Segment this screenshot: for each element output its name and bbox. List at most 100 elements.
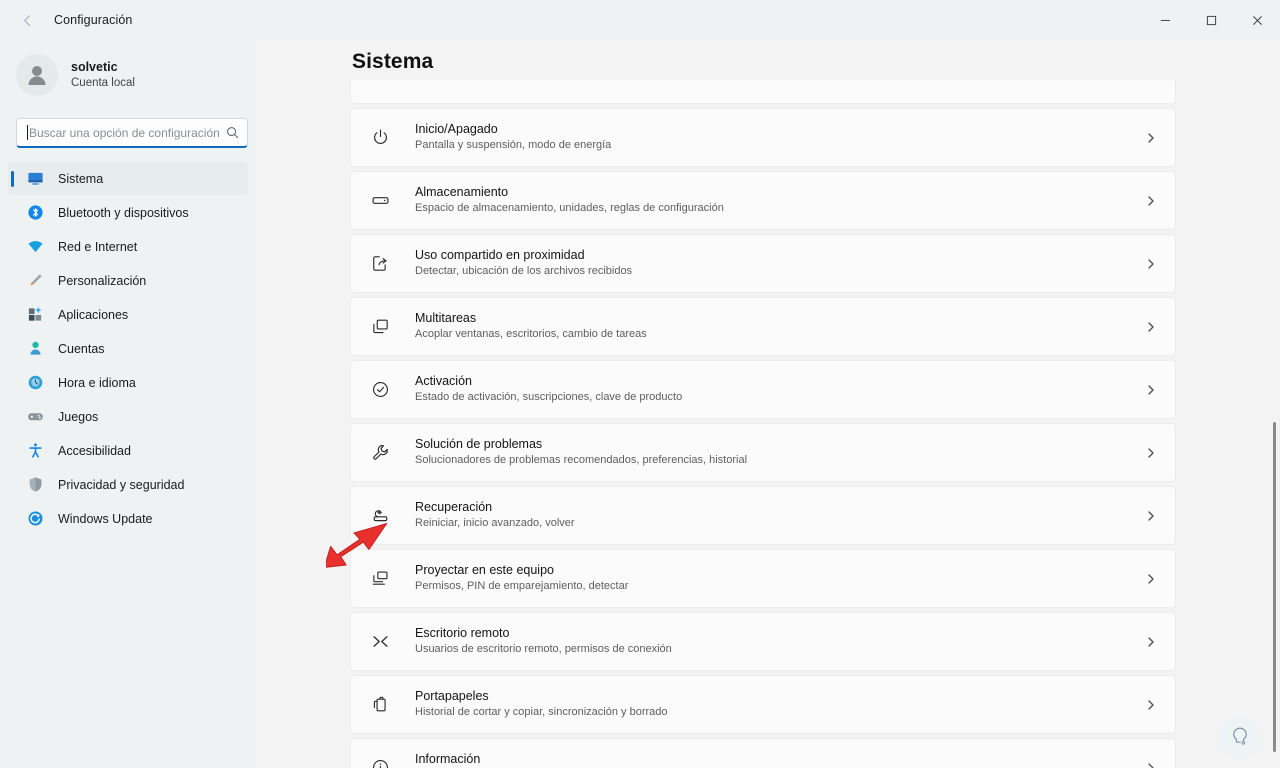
monitor-icon	[26, 170, 44, 188]
chevron-right-icon	[1145, 699, 1157, 711]
sidebar-item-label: Hora e idioma	[58, 375, 136, 390]
sidebar-item-label: Windows Update	[58, 511, 153, 526]
sidebar-item-label: Privacidad y seguridad	[58, 477, 185, 492]
sidebar-item-aplicaciones[interactable]: Aplicaciones	[8, 298, 248, 331]
sidebar-item-label: Sistema	[58, 171, 104, 186]
sidebar-item-red-internet[interactable]: Red e Internet	[8, 230, 248, 263]
back-button[interactable]	[8, 4, 46, 36]
sidebar-item-label: Accesibilidad	[58, 443, 131, 458]
settings-row-troubleshoot[interactable]: Solución de problemas Solucionadores de …	[350, 423, 1176, 482]
settings-row-project[interactable]: Proyectar en este equipo Permisos, PIN d…	[350, 549, 1176, 608]
update-icon	[26, 510, 44, 528]
sidebar-item-hora-idioma[interactable]: Hora e idioma	[8, 366, 248, 399]
settings-row-title: Recuperación	[415, 499, 493, 514]
text-caret	[27, 125, 28, 140]
sidebar-item-label: Aplicaciones	[58, 307, 129, 322]
wifi-icon	[26, 238, 44, 256]
settings-row-title: Almacenamiento	[415, 184, 509, 199]
bluetooth-icon	[26, 204, 44, 222]
settings-window: Configuración solvetic Cuenta local Busc…	[0, 0, 1280, 768]
settings-row-about[interactable]: Información Especificaciones de disposit…	[350, 738, 1176, 768]
sidebar-item-personalizacion[interactable]: Personalización	[8, 264, 248, 297]
sidebar-item-windows-update[interactable]: Windows Update	[8, 502, 248, 535]
settings-row-title: Uso compartido en proximidad	[415, 247, 585, 262]
sidebar-item-label: Red e Internet	[58, 239, 138, 254]
sidebar-item-cuentas[interactable]: Cuentas	[8, 332, 248, 365]
settings-row-text: Uso compartido en proximidad Detectar, u…	[415, 248, 1145, 279]
user-avatar-icon	[24, 62, 50, 88]
sidebar-item-sistema[interactable]: Sistema	[8, 162, 248, 195]
project-screen-icon	[367, 569, 393, 588]
search-box[interactable]	[16, 118, 248, 148]
titlebar: Configuración	[0, 0, 1280, 40]
settings-list: Reducir las distracciones Inicio/Apagado…	[350, 78, 1176, 768]
close-button[interactable]	[1234, 0, 1280, 40]
sidebar-item-privacidad[interactable]: Privacidad y seguridad	[8, 468, 248, 501]
settings-row-storage[interactable]: Almacenamiento Espacio de almacenamiento…	[350, 171, 1176, 230]
settings-row-title: Activación	[415, 373, 472, 388]
settings-row-remote-desktop[interactable]: Escritorio remoto Usuarios de escritorio…	[350, 612, 1176, 671]
account-tile[interactable]: solvetic Cuenta local	[8, 44, 248, 106]
feedback-bubble-icon	[1228, 724, 1252, 753]
settings-row-focus[interactable]: Reducir las distracciones	[350, 78, 1176, 104]
chevron-right-icon	[1145, 510, 1157, 522]
window-controls	[1142, 0, 1280, 40]
settings-row-title: Información	[415, 751, 481, 766]
settings-row-multitasking[interactable]: Multitareas Acoplar ventanas, escritorio…	[350, 297, 1176, 356]
sidebar-item-label: Bluetooth y dispositivos	[58, 205, 189, 220]
search-container	[16, 118, 248, 148]
settings-row-subtitle: Reiniciar, inicio avanzado, volver	[415, 517, 575, 530]
maximize-button[interactable]	[1188, 0, 1234, 40]
app-title: Configuración	[54, 13, 133, 27]
feedback-button[interactable]	[1218, 716, 1262, 760]
settings-row-subtitle: Estado de activación, suscripciones, cla…	[415, 391, 683, 404]
main-content: Reducir las distracciones Inicio/Apagado…	[256, 40, 1280, 768]
sidebar-item-bluetooth[interactable]: Bluetooth y dispositivos	[8, 196, 248, 229]
clipboard-icon	[367, 695, 393, 714]
minimize-button[interactable]	[1142, 0, 1188, 40]
sidebar-item-label: Cuentas	[58, 341, 105, 356]
chevron-right-icon	[1145, 132, 1157, 144]
settings-row-title: Escritorio remoto	[415, 625, 510, 640]
settings-row-nearby-share[interactable]: Uso compartido en proximidad Detectar, u…	[350, 234, 1176, 293]
settings-row-subtitle: Acoplar ventanas, escritorios, cambio de…	[415, 328, 647, 341]
page-title: Sistema	[352, 50, 434, 73]
sidebar-item-label: Juegos	[58, 409, 99, 424]
settings-row-title: Portapapeles	[415, 688, 489, 703]
gamepad-icon	[26, 408, 44, 426]
paintbrush-icon	[26, 272, 44, 290]
settings-row-recovery[interactable]: Recuperación Reiniciar, inicio avanzado,…	[350, 486, 1176, 545]
settings-row-power[interactable]: Inicio/Apagado Pantalla y suspensión, mo…	[350, 108, 1176, 167]
search-input[interactable]	[29, 125, 226, 140]
sidebar-item-label: Personalización	[58, 273, 147, 288]
chevron-right-icon	[1145, 195, 1157, 207]
account-text: solvetic Cuenta local	[71, 60, 135, 90]
settings-row-text: Portapapeles Historial de cortar y copia…	[415, 689, 1145, 720]
settings-row-text: Solución de problemas Solucionadores de …	[415, 437, 1145, 468]
chevron-right-icon	[1145, 321, 1157, 333]
settings-row-clipboard[interactable]: Portapapeles Historial de cortar y copia…	[350, 675, 1176, 734]
nearby-share-icon	[367, 254, 393, 273]
settings-row-text: Recuperación Reiniciar, inicio avanzado,…	[415, 500, 1145, 531]
settings-row-subtitle: Solucionadores de problemas recomendados…	[415, 454, 748, 467]
sidebar-item-accesibilidad[interactable]: Accesibilidad	[8, 434, 248, 467]
chevron-right-icon	[1145, 384, 1157, 396]
wrench-icon	[367, 443, 393, 462]
vertical-scrollbar[interactable]	[1273, 422, 1276, 752]
chevron-right-icon	[1145, 447, 1157, 459]
settings-row-title: Solución de problemas	[415, 436, 543, 451]
sidebar: solvetic Cuenta local Buscar una opción …	[0, 40, 256, 768]
settings-row-subtitle: Pantalla y suspensión, modo de energía	[415, 139, 612, 152]
sidebar-nav: Sistema Bluetooth y dispositivos Red e I…	[8, 162, 248, 535]
recovery-icon	[367, 506, 393, 525]
settings-row-text: Multitareas Acoplar ventanas, escritorio…	[415, 311, 1145, 342]
settings-row-title: Multitareas	[415, 310, 477, 325]
settings-row-subtitle: Espacio de almacenamiento, unidades, reg…	[415, 202, 724, 215]
accessibility-icon	[26, 442, 44, 460]
settings-row-text: Proyectar en este equipo Permisos, PIN d…	[415, 563, 1145, 594]
clock-globe-icon	[26, 374, 44, 392]
account-name: solvetic	[71, 60, 118, 75]
settings-row-subtitle: Historial de cortar y copiar, sincroniza…	[415, 706, 668, 719]
settings-row-activation[interactable]: Activación Estado de activación, suscrip…	[350, 360, 1176, 419]
sidebar-item-juegos[interactable]: Juegos	[8, 400, 248, 433]
